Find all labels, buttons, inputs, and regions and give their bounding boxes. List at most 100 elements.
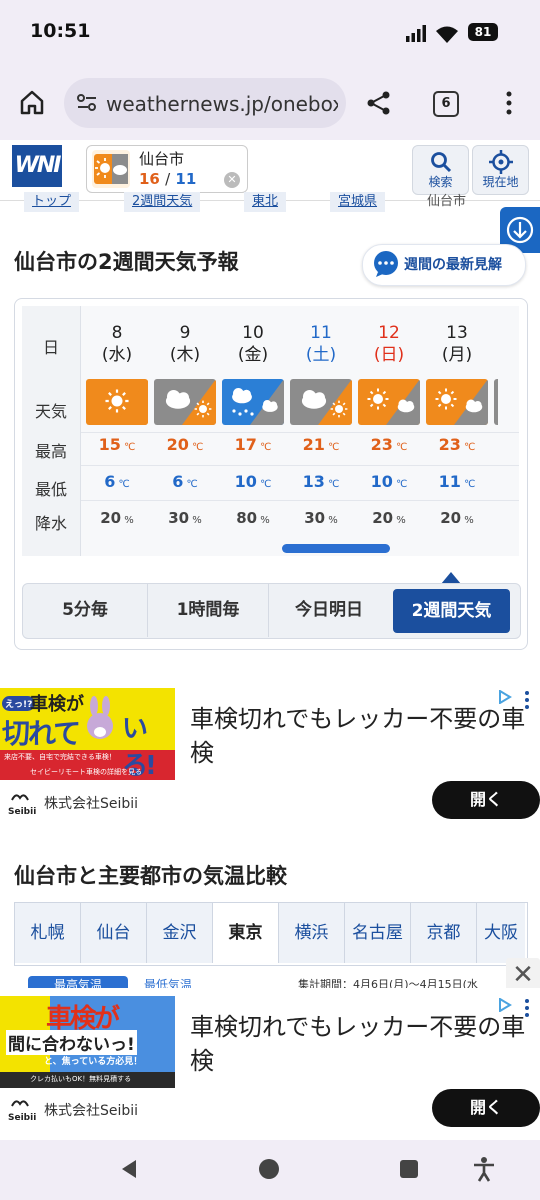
- precip-chance: 30 %: [168, 509, 202, 527]
- latest-view-label: 週間の最新見解: [404, 257, 502, 273]
- back-icon[interactable]: [118, 1158, 140, 1180]
- seibii-logo-icon: [11, 1100, 29, 1107]
- tab-5min[interactable]: 5分毎: [23, 583, 148, 637]
- rabbit-mascot-icon: [87, 696, 113, 739]
- search-icon: [431, 152, 452, 173]
- breadcrumb-current: 仙台市: [427, 194, 467, 209]
- forecast-date: 9 (木): [151, 322, 219, 366]
- page-title: 仙台市の2週間天気予報: [14, 250, 239, 274]
- crosshair-icon: [489, 150, 513, 174]
- city-tab-kyoto[interactable]: 京都: [411, 903, 477, 963]
- high-temp: 23 ℃: [438, 435, 476, 454]
- home-nav-icon[interactable]: [258, 1158, 280, 1180]
- site-settings-icon[interactable]: [76, 93, 98, 113]
- ad1-open-button[interactable]: 開く: [432, 781, 540, 819]
- url-text[interactable]: weathernews.jp/onebox/: [106, 92, 338, 116]
- sunny-then-cloudy-icon: [358, 379, 420, 425]
- more-menu-icon[interactable]: [504, 90, 514, 116]
- precip-chance: 20 %: [372, 509, 406, 527]
- seibii-logo-icon: [11, 794, 29, 801]
- day-number: 12: [378, 323, 400, 343]
- city-tab-kanazawa[interactable]: 金沢: [147, 903, 213, 963]
- seibii-logo: Seibii: [8, 790, 36, 817]
- low-temp: 6 ℃: [104, 472, 130, 491]
- clear-location-icon[interactable]: ✕: [224, 172, 240, 188]
- forecast-horizontal-scrollbar[interactable]: [282, 544, 390, 553]
- city-tab-yokohama[interactable]: 横浜: [279, 903, 345, 963]
- ad1-advertiser: 株式会社Seibii: [44, 796, 139, 812]
- ad2-text-credit: クレカ払いもOK！無料見積する: [30, 1075, 132, 1083]
- tab-hourly[interactable]: 1時間毎: [148, 583, 269, 637]
- low-temp: 13 ℃: [302, 472, 340, 491]
- forecast-date: 13 (月): [423, 322, 491, 366]
- close-ad-icon[interactable]: ✕: [506, 958, 540, 992]
- location-city: 仙台市: [139, 150, 185, 168]
- city-tab-sapporo[interactable]: 札幌: [15, 903, 81, 963]
- day-number: 10: [242, 323, 264, 343]
- current-location-label: 現在地: [482, 175, 519, 189]
- share-icon[interactable]: [366, 90, 392, 116]
- city-tab-nagoya[interactable]: 名古屋: [345, 903, 411, 963]
- row-label-low: 最低: [34, 480, 67, 499]
- day-number: 11: [310, 323, 332, 343]
- low-temp: 11 ℃: [438, 472, 476, 491]
- current-location-button[interactable]: 現在地: [472, 145, 529, 195]
- forecast-date: 10 (金): [219, 322, 287, 366]
- row-label-high: 最高: [34, 442, 67, 461]
- precip-chance: 80 %: [236, 509, 270, 527]
- forecast-date: 8 (水): [83, 322, 151, 366]
- city-tab-tokyo[interactable]: 東京: [213, 903, 279, 963]
- row-label-precip: 降水: [34, 514, 67, 533]
- search-button[interactable]: 検索: [412, 145, 469, 195]
- day-number: 8: [111, 323, 123, 343]
- breadcrumb-tohoku[interactable]: 東北: [244, 192, 287, 212]
- cloudy-then-sunny-icon: [290, 379, 352, 425]
- recents-icon[interactable]: [399, 1159, 419, 1179]
- weekday: (水): [101, 345, 133, 365]
- low-temp: 10 ℃: [234, 472, 272, 491]
- tab-today-tomorrow[interactable]: 今日明日: [269, 583, 389, 637]
- high-temp: 20 ℃: [166, 435, 204, 454]
- high-temp: 21 ℃: [302, 435, 340, 454]
- location-high: 16: [139, 170, 160, 188]
- signal-wifi-icons: [406, 25, 458, 43]
- location-temps: 16 / 11: [139, 170, 196, 188]
- breadcrumb-2week[interactable]: 2週間天気: [124, 192, 201, 212]
- temp-separator: /: [165, 170, 171, 188]
- ad1-text-detail: セイビーリモート車検の詳細を見る: [30, 768, 142, 776]
- row-label-day: 日: [42, 338, 59, 357]
- forecast-row-labels: 日 天気 最高 最低 降水: [22, 306, 81, 556]
- ad1-image[interactable]: えっ!? 車検が 切れて いる! 来店不要、自宅で完結できる車検！ セイビーリモ…: [0, 688, 175, 780]
- city-tab-osaka[interactable]: 大阪: [477, 903, 525, 963]
- tab-switcher-button[interactable]: 6: [433, 91, 459, 117]
- high-temp: 17 ℃: [234, 435, 272, 454]
- ad2-advertiser: 株式会社Seibii: [44, 1103, 139, 1119]
- precip-chance: 30 %: [304, 509, 338, 527]
- forecast-date: 12 (日): [355, 322, 423, 366]
- day-number: 9: [179, 323, 191, 343]
- day-number: 13: [446, 323, 468, 343]
- cloudy-then-sunny-icon: [154, 379, 216, 425]
- ad1-headline[interactable]: 車検切れでもレッカー不要の車検: [190, 702, 530, 770]
- weathernews-logo[interactable]: WNI: [12, 145, 62, 187]
- accessibility-icon[interactable]: [472, 1156, 496, 1182]
- ad2-open-button[interactable]: 開く: [432, 1089, 540, 1127]
- ad2-text-maniawanai: 間に合わないっ!: [6, 1030, 137, 1055]
- clock: 10:51: [30, 20, 91, 42]
- ad2-image[interactable]: 車検が 間に合わないっ! と、焦っている方必見！ クレカ払いもOK！無料見積する: [0, 996, 175, 1088]
- precip-chance: 20 %: [440, 509, 474, 527]
- weekday: (月): [441, 345, 473, 365]
- breadcrumb-miyagi[interactable]: 宮城県: [330, 192, 386, 212]
- search-label: 検索: [428, 175, 453, 189]
- home-icon[interactable]: [18, 88, 46, 116]
- breadcrumb-top[interactable]: トップ: [24, 192, 80, 212]
- weekday: (土): [305, 345, 337, 365]
- sunny-cloudy-icon: [92, 150, 130, 188]
- low-temp: 10 ℃: [370, 472, 408, 491]
- forecast-date: 11 (土): [287, 322, 355, 366]
- city-tab-sendai[interactable]: 仙台: [81, 903, 147, 963]
- seibii-logo-text: Seibii: [8, 1113, 37, 1123]
- ad2-headline[interactable]: 車検切れでもレッカー不要の車検: [190, 1010, 530, 1078]
- tab-2week[interactable]: 2週間天気: [393, 589, 510, 633]
- location-low: 11: [175, 170, 197, 188]
